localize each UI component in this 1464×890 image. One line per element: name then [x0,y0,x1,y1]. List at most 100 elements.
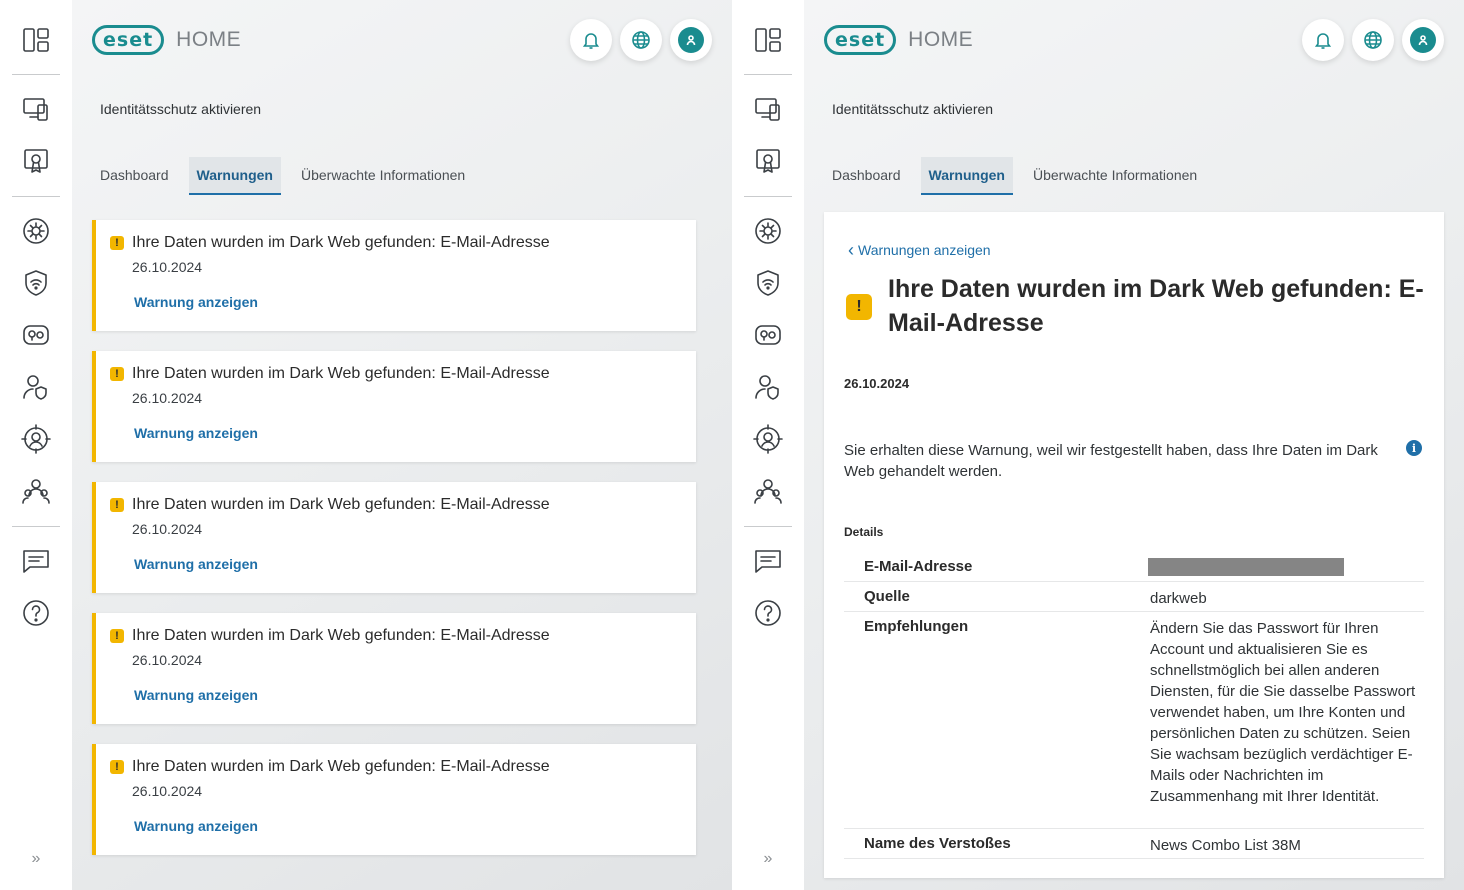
view-alert-link[interactable]: Warnung anzeigen [134,818,258,834]
notifications-button[interactable] [1302,19,1344,61]
breadcrumb[interactable]: Identitätsschutz aktivieren [100,101,261,117]
breadcrumb[interactable]: Identitätsschutz aktivieren [832,101,993,117]
view-alert-link[interactable]: Warnung anzeigen [134,425,258,441]
alert-title: Ihre Daten wurden im Dark Web gefunden: … [132,496,550,513]
settings-gear-icon[interactable] [18,213,54,249]
device-gear-icon[interactable] [750,317,786,353]
logo-home-text: HOME [908,28,974,51]
details-heading: Details [844,525,884,539]
warning-icon: ! [110,367,124,381]
tab-ueberwachte-informationen[interactable]: Überwachte Informationen [1025,157,1205,195]
tab-dashboard[interactable]: Dashboard [832,157,909,195]
license-icon[interactable] [750,143,786,179]
identity-monitor-icon[interactable] [750,421,786,457]
tab-dashboard[interactable]: Dashboard [100,157,177,195]
tab-ueberwachte-informationen[interactable]: Überwachte Informationen [293,157,473,195]
detail-row-source: Quelle darkweb [844,588,1424,612]
family-icon[interactable] [750,473,786,509]
license-icon[interactable] [18,143,54,179]
help-icon[interactable] [18,595,54,631]
eset-logo-mark: eset [92,25,165,55]
main-content: eset HOME Identitätsschutz aktivieren Da… [804,0,1464,890]
bell-icon [582,33,600,49]
alert-date: 26.10.2024 [132,390,203,406]
alert-detail-title: Ihre Daten wurden im Dark Web gefunden: … [888,275,1424,337]
alert-detail-description: Sie erhalten diese Warnung, weil wir fes… [844,442,1378,480]
device-gear-icon[interactable] [18,317,54,353]
user-shield-icon[interactable] [750,369,786,405]
message-icon[interactable] [750,543,786,579]
devices-icon[interactable] [18,91,54,127]
alert-detail-card: ‹ Warnungen anzeigen ! Ihre Daten wurden… [824,212,1444,878]
globe-icon [632,31,650,49]
account-button[interactable] [1402,19,1444,61]
devices-icon[interactable] [750,91,786,127]
notifications-button[interactable] [570,19,612,61]
view-alert-link[interactable]: Warnung anzeigen [134,294,258,310]
redacted-email [1148,558,1344,576]
eset-home-logo: eset HOME [824,22,973,58]
alert-card[interactable]: ! Ihre Daten wurden im Dark Web gefunden… [92,482,696,593]
help-icon[interactable] [750,595,786,631]
logo-home-text: HOME [176,28,242,51]
expand-sidebar-button[interactable]: » [756,850,780,870]
user-shield-icon[interactable] [18,369,54,405]
bell-icon [1314,33,1332,49]
alert-card[interactable]: ! Ihre Daten wurden im Dark Web gefunden… [92,351,696,462]
wifi-shield-icon[interactable] [750,265,786,301]
chevron-left-icon: ‹ [848,240,854,260]
info-icon[interactable]: i [1406,440,1422,456]
back-to-alerts-link[interactable]: ‹ Warnungen anzeigen [848,240,991,260]
panel-alert-detail: » eset HOME Identitätsschutz aktivieren … [732,0,1464,890]
view-alert-link[interactable]: Warnung anzeigen [134,687,258,703]
eset-logo-mark: eset [824,25,897,55]
detail-row-recommendations: Empfehlungen Ändern Sie das Passwort für… [844,618,1424,829]
sidebar-divider [12,74,60,75]
identity-monitor-icon[interactable] [18,421,54,457]
sidebar-divider [12,526,60,527]
detail-row-email: E-Mail-Adresse [844,558,1424,582]
alert-card[interactable]: ! Ihre Daten wurden im Dark Web gefunden… [92,613,696,724]
alert-date: 26.10.2024 [132,259,203,275]
expand-sidebar-button[interactable]: » [24,850,48,870]
family-icon[interactable] [18,473,54,509]
alert-date: 26.10.2024 [132,783,203,799]
account-button[interactable] [670,19,712,61]
sidebar-divider [744,526,792,527]
alert-card[interactable]: ! Ihre Daten wurden im Dark Web gefunden… [92,220,696,331]
user-icon [1418,35,1428,46]
view-alert-link[interactable]: Warnung anzeigen [134,556,258,572]
wifi-shield-icon[interactable] [18,265,54,301]
language-button[interactable] [620,19,662,61]
tab-bar: Dashboard Warnungen Überwachte Informati… [832,157,1217,195]
language-button[interactable] [1352,19,1394,61]
tab-warnungen[interactable]: Warnungen [188,157,281,195]
alert-title: Ihre Daten wurden im Dark Web gefunden: … [132,234,550,251]
warning-icon: ! [110,236,124,250]
dashboard-icon[interactable] [18,22,54,58]
sidebar-divider [12,196,60,197]
sidebar-divider [744,74,792,75]
alert-date: 26.10.2024 [132,521,203,537]
alert-card[interactable]: ! Ihre Daten wurden im Dark Web gefunden… [92,744,696,855]
detail-value: News Combo List 38M [1150,837,1301,854]
avatar [1410,27,1436,53]
tab-warnungen[interactable]: Warnungen [920,157,1013,195]
avatar [678,27,704,53]
message-icon[interactable] [18,543,54,579]
detail-row-breach-name: Name des Verstoßes News Combo List 38M [844,835,1424,859]
alert-title: Ihre Daten wurden im Dark Web gefunden: … [132,365,550,382]
warning-icon: ! [110,498,124,512]
settings-gear-icon[interactable] [750,213,786,249]
warning-icon: ! [110,629,124,643]
warning-icon: ! [110,760,124,774]
panel-alerts-list: » eset HOME Identitätsschutz aktivieren … [0,0,732,890]
dashboard-icon[interactable] [750,22,786,58]
alert-date: 26.10.2024 [132,652,203,668]
tab-bar: Dashboard Warnungen Überwachte Informati… [100,157,485,195]
eset-home-logo: eset HOME [92,22,241,58]
detail-value: darkweb [1150,590,1207,607]
detail-key: E-Mail-Adresse [864,558,973,575]
sidebar-divider [744,196,792,197]
user-icon [686,35,696,46]
